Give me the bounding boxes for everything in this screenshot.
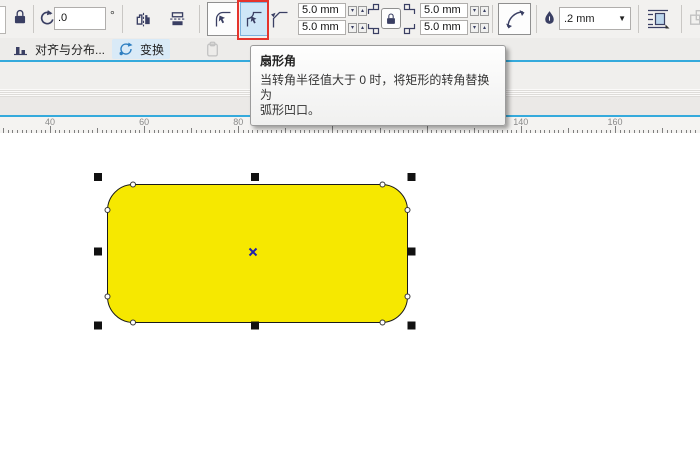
transform-button[interactable]: 变换: [112, 39, 171, 59]
transform-icon: [119, 42, 133, 56]
separator: [638, 5, 639, 33]
lock-corners-icon: [387, 13, 395, 24]
ruler-label: 160: [607, 117, 623, 127]
ruler-label: 60: [139, 117, 150, 127]
ruler-label: 140: [513, 117, 529, 127]
separator: [536, 5, 537, 33]
mirror-vertical-icon: [170, 12, 185, 26]
separator: [122, 5, 123, 33]
separator: [199, 5, 200, 33]
wrap-text-icon: [648, 9, 670, 29]
align-distribute-button[interactable]: 对齐与分布...: [6, 39, 111, 59]
tooltip: 扇形角 当转角半径值大于 0 时，将矩形的转角替换为 弧形凹口。: [250, 45, 506, 126]
property-bar: .0 ° 5.0 mm 5.0 mm ▾ ▴ ▾ ▴ 5.0 mm 5.0 mm…: [0, 0, 700, 39]
chamfer-corner-icon: [271, 11, 288, 28]
ruler-tick: [426, 126, 428, 133]
left-corners-indicator: [365, 2, 381, 39]
spin-down-button[interactable]: ▾: [470, 6, 479, 16]
corner-radius-left-top-input[interactable]: 5.0 mm: [298, 3, 346, 18]
ruler-tick: [50, 126, 51, 133]
degree-symbol: °: [110, 8, 115, 22]
ruler-tick: [614, 126, 616, 133]
ruler-label: 80: [233, 117, 244, 127]
ruler-label: 40: [44, 117, 56, 127]
edit-corners-together-button[interactable]: [381, 8, 401, 29]
clipboard-icon: [207, 41, 218, 57]
round-corner-icon: [215, 11, 231, 27]
mirror-vertical-button[interactable]: [168, 10, 187, 31]
relative-corner-scaling-icon: [505, 10, 524, 29]
app-window: .0 ° 5.0 mm 5.0 mm ▾ ▴ ▾ ▴ 5.0 mm 5.0 mm…: [0, 0, 700, 450]
outline-width-dropdown[interactable]: .2 mm ▼: [559, 7, 631, 30]
highlight-red-box: [237, 0, 269, 40]
outline-width-value: .2 mm: [564, 12, 595, 25]
spin-up-button[interactable]: ▴: [480, 23, 489, 33]
rotation-input[interactable]: .0: [54, 7, 106, 30]
chevron-down-icon: ▼: [618, 14, 626, 23]
tooltip-title: 扇形角: [260, 54, 297, 68]
outline-width-icon: [541, 9, 558, 30]
separator: [681, 5, 682, 33]
right-corners-indicator: [402, 2, 418, 39]
spin-up-button[interactable]: ▴: [480, 6, 489, 16]
group-icon: [690, 10, 700, 25]
relative-corner-scaling-button[interactable]: [498, 3, 531, 35]
separator: [33, 5, 34, 33]
lock-ratio-button[interactable]: [11, 8, 29, 29]
separator: [492, 5, 493, 33]
transform-label: 变换: [140, 42, 165, 57]
corner-radius-left-bottom-input[interactable]: 5.0 mm: [298, 20, 346, 35]
mirror-horizontal-icon: [136, 12, 150, 27]
drawing-canvas[interactable]: [0, 133, 700, 450]
corner-radius-right-bottom-input[interactable]: 5.0 mm: [420, 20, 468, 35]
lock-icon: [14, 9, 26, 24]
chamfer-corner-button[interactable]: [268, 9, 290, 32]
align-distribute-icon: [14, 47, 27, 56]
disabled-button: [689, 9, 700, 30]
ruler-tick: [520, 126, 522, 133]
tooltip-text-line1: 当转角半径值大于 0 时，将矩形的转角替换为: [260, 73, 490, 102]
spin-down-button[interactable]: ▾: [470, 23, 479, 33]
wrap-text-button[interactable]: [646, 8, 670, 33]
spin-down-button[interactable]: ▾: [348, 23, 357, 33]
tooltip-text-line2: 弧形凹口。: [260, 103, 321, 117]
round-corner-button[interactable]: [207, 2, 239, 36]
paste-button-disabled: [198, 39, 227, 59]
ruler-tick: [238, 126, 240, 133]
corner-radius-right-top-input[interactable]: 5.0 mm: [420, 3, 468, 18]
mirror-horizontal-button[interactable]: [134, 10, 153, 31]
clipped-control: [0, 6, 6, 34]
rotation-icon: [37, 9, 55, 30]
spin-down-button[interactable]: ▾: [348, 6, 357, 16]
align-distribute-label: 对齐与分布...: [35, 42, 106, 57]
ruler-tick: [144, 126, 146, 133]
ruler-tick: [332, 126, 334, 133]
